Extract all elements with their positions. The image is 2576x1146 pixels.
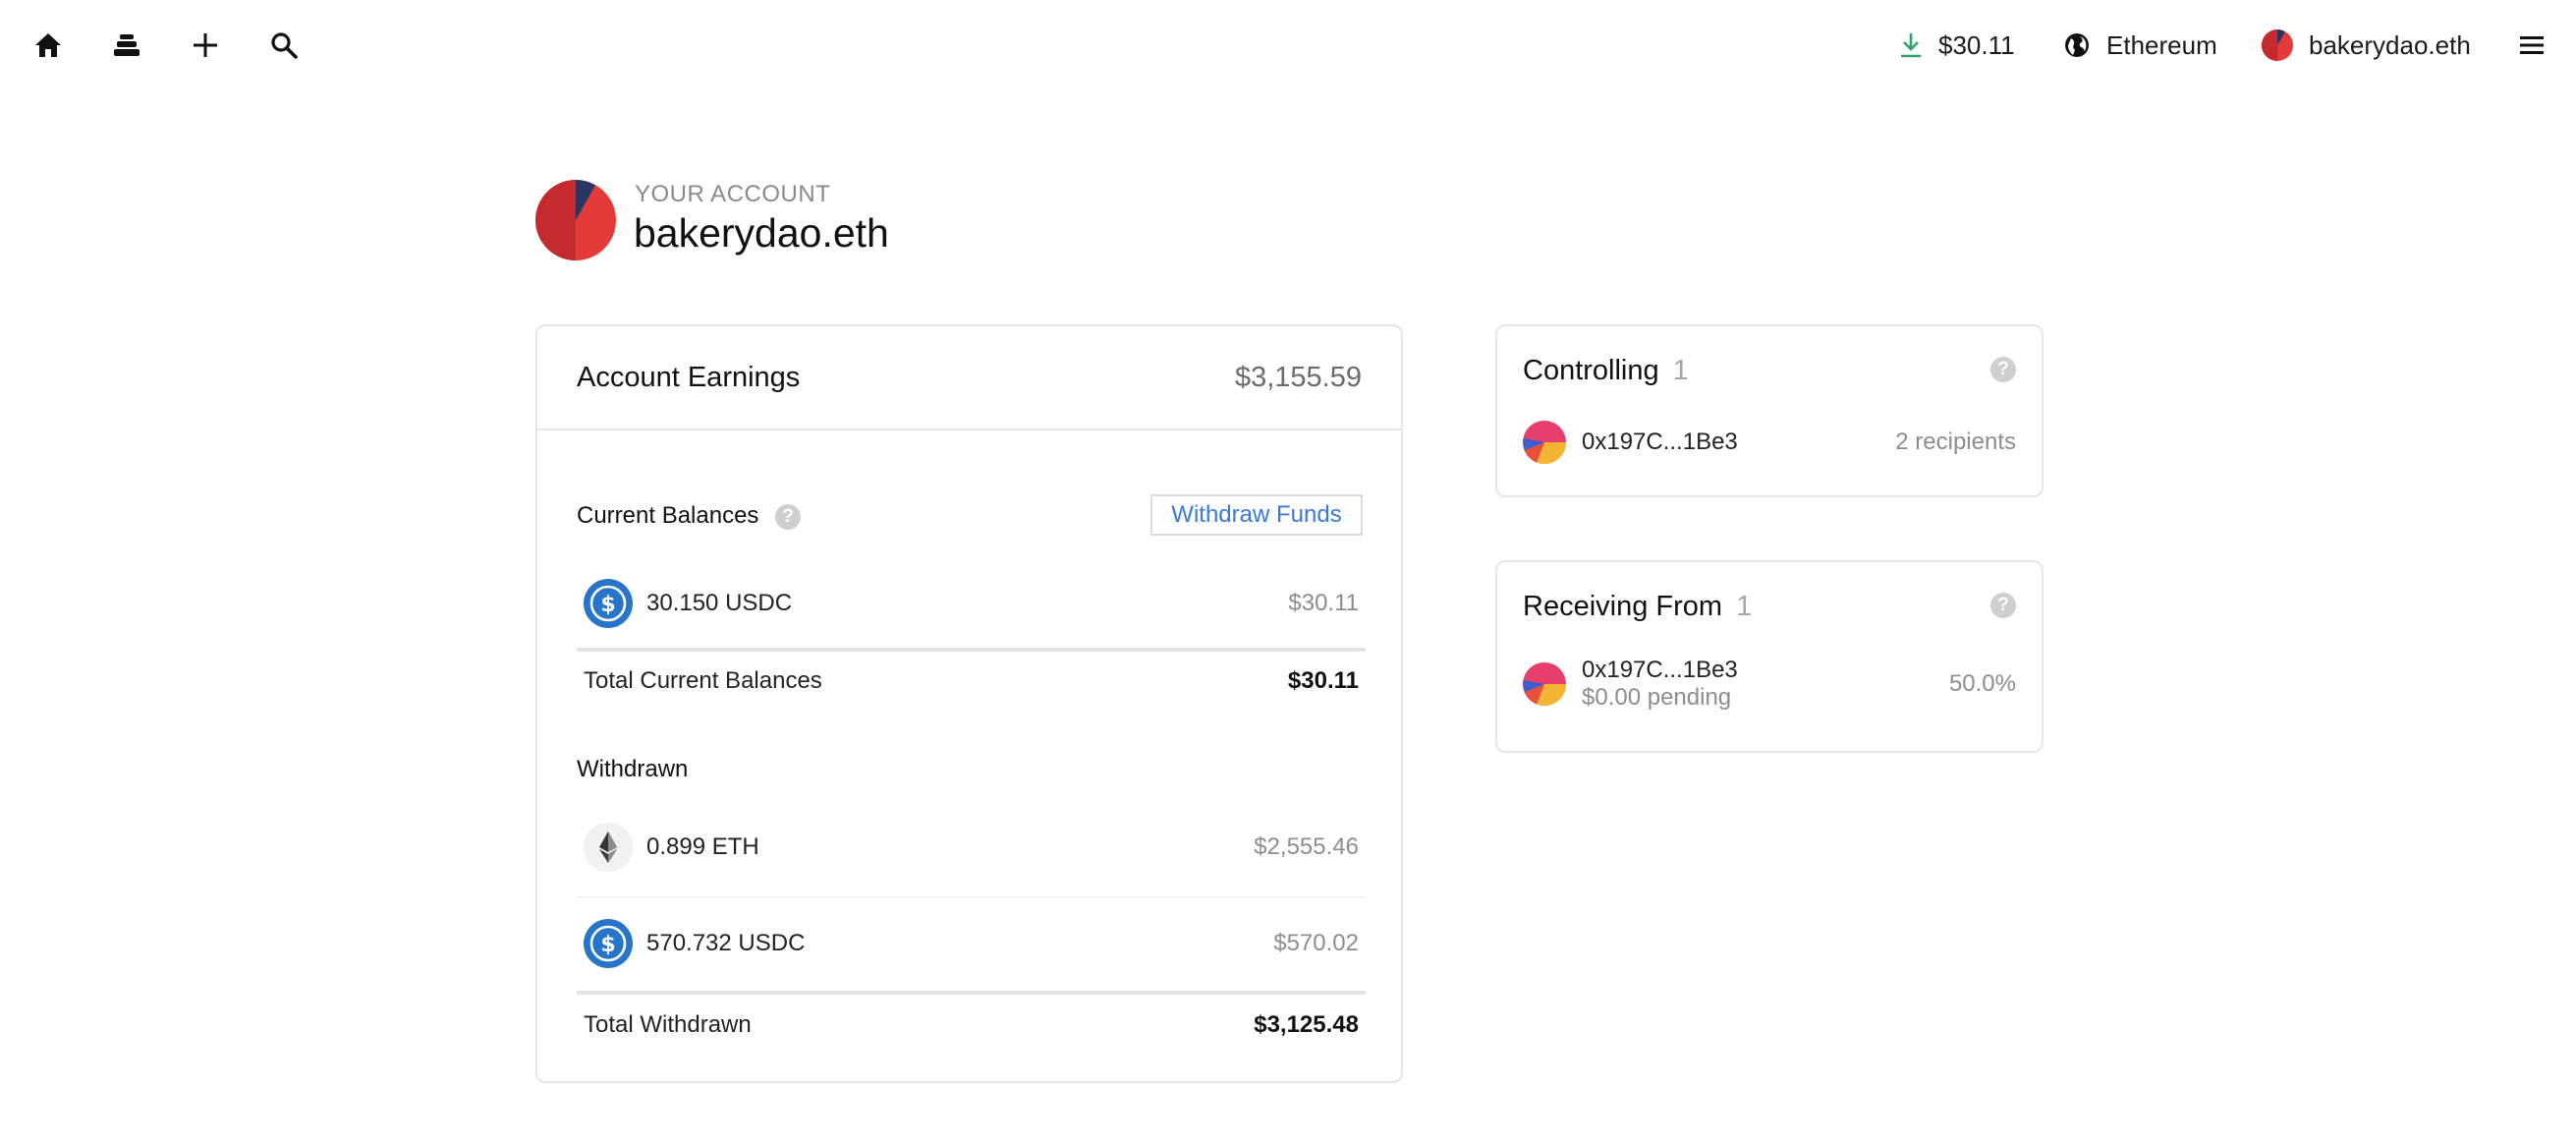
- share-percent: 50.0%: [1948, 670, 2016, 697]
- account-label: bakerydao.eth: [2309, 29, 2471, 60]
- account-button[interactable]: bakerydao.eth: [2262, 26, 2471, 65]
- project-pie-icon: [1523, 421, 1566, 464]
- withdrawn-row: $ 570.732 USDC $570.02: [577, 914, 1366, 973]
- help-icon[interactable]: ?: [775, 503, 802, 530]
- network-label: Ethereum: [2106, 29, 2217, 60]
- total-withdrawn-label: Total Withdrawn: [584, 1011, 752, 1038]
- home-icon[interactable]: [26, 26, 71, 65]
- receiving-count: 1: [1736, 591, 1753, 622]
- balance-row: $ 30.150 USDC $30.11: [577, 574, 1366, 633]
- withdrawn-row: 0.899 ETH $2,555.46: [577, 818, 1366, 877]
- download-icon: [1901, 33, 1921, 58]
- plus-icon[interactable]: [183, 26, 228, 65]
- controlling-title-text: Controlling: [1523, 355, 1659, 386]
- total-current-balances-value: $30.11: [1287, 667, 1359, 694]
- withdrawn-amount: 0.899 ETH: [646, 833, 759, 860]
- total-current-balances-row: Total Current Balances $30.11: [577, 667, 1366, 695]
- current-balances-text: Current Balances: [577, 502, 759, 529]
- divider: [577, 648, 1366, 652]
- account-kicker: YOUR ACCOUNT: [635, 181, 831, 207]
- project-info: 0x197C...1Be3 $0.00 pending: [1582, 657, 1738, 712]
- earnings-header: Account Earnings $3,155.59: [537, 326, 1401, 430]
- controlling-title: Controlling 1: [1523, 355, 1689, 387]
- withdrawn-label: Withdrawn: [577, 756, 689, 782]
- project-address: 0x197C...1Be3: [1582, 657, 1738, 683]
- pending-amount: $0.00 pending: [1582, 684, 1732, 711]
- svg-text:$: $: [600, 933, 615, 957]
- total-withdrawn-value: $3,125.48: [1254, 1011, 1359, 1038]
- avatar: [2262, 29, 2293, 61]
- network-button[interactable]: Ethereum: [2063, 26, 2217, 65]
- withdrawn-usd: $570.02: [1273, 930, 1359, 956]
- earnings-total: $3,155.59: [1234, 362, 1362, 393]
- controlling-card: Controlling 1 ? 0x197C...1Be3 2 recipient…: [1495, 324, 2044, 497]
- receiving-from-card: Receiving From 1 ? 0x197C...1Be3 $0.00 pe…: [1495, 560, 2044, 753]
- project-row[interactable]: 0x197C...1Be3 2 recipients: [1523, 421, 2016, 464]
- balance-button[interactable]: $30.11: [1899, 26, 2015, 65]
- divider: [577, 896, 1366, 897]
- usdc-icon: $: [584, 579, 633, 628]
- withdraw-funds-button[interactable]: Withdraw Funds: [1150, 494, 1363, 536]
- total-withdrawn-row: Total Withdrawn $3,125.48: [577, 1011, 1366, 1039]
- eth-icon: [584, 823, 633, 872]
- help-icon[interactable]: ?: [1990, 593, 2016, 618]
- svg-text:$: $: [600, 593, 615, 617]
- globe-icon: [2065, 33, 2089, 57]
- recipients-count: 2 recipients: [1895, 429, 2016, 455]
- account-name: bakerydao.eth: [634, 210, 889, 256]
- project-pie-icon: [1523, 662, 1566, 706]
- project-row[interactable]: 0x197C...1Be3 $0.00 pending 50.0%: [1523, 657, 2016, 712]
- earnings-title: Account Earnings: [577, 362, 801, 393]
- project-address: 0x197C...1Be3: [1582, 429, 1738, 455]
- layers-icon[interactable]: [104, 26, 149, 65]
- search-icon[interactable]: [261, 26, 307, 65]
- account-earnings-card: Account Earnings $3,155.59 Current Balan…: [535, 324, 1403, 1083]
- menu-icon[interactable]: [2509, 26, 2554, 65]
- withdrawn-usd: $2,555.46: [1254, 833, 1359, 860]
- balance-usd: $30.11: [1288, 590, 1359, 616]
- top-nav: $30.11 Ethereum bakerydao.eth: [0, 0, 2576, 90]
- receiving-title: Receiving From 1: [1523, 591, 1752, 623]
- balance-label: $30.11: [1938, 29, 2015, 60]
- help-icon[interactable]: ?: [1990, 357, 2016, 382]
- current-balances-label: Current Balances ?: [577, 502, 802, 530]
- receiving-title-text: Receiving From: [1523, 591, 1723, 622]
- withdrawn-amount: 570.732 USDC: [646, 930, 806, 956]
- balance-amount: 30.150 USDC: [646, 590, 793, 616]
- account-avatar: [535, 180, 616, 260]
- total-current-balances-label: Total Current Balances: [584, 667, 822, 694]
- usdc-icon: $: [584, 919, 633, 968]
- controlling-count: 1: [1672, 355, 1689, 386]
- divider: [577, 991, 1366, 995]
